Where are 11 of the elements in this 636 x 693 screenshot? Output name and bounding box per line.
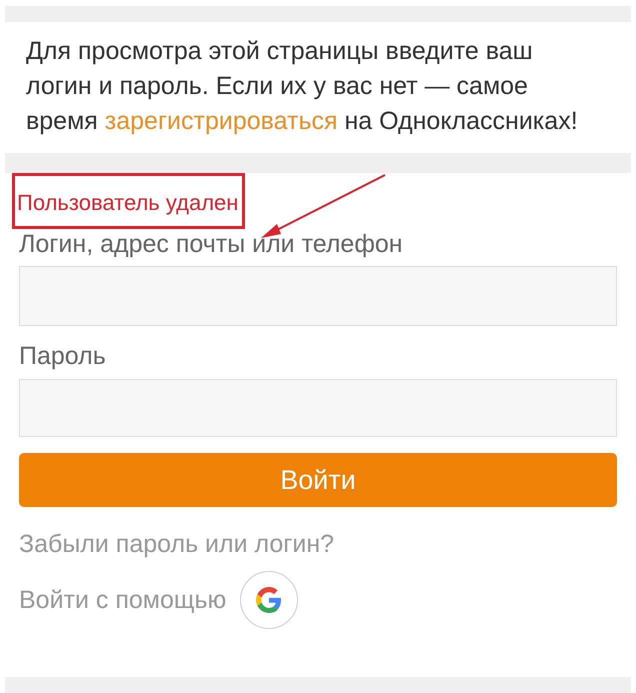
input-field[interactable]	[19, 266, 617, 326]
login-button[interactable]: Войти	[19, 453, 617, 507]
intro-text: Для просмотра этой страницы введите ваш логин и пароль. Если их у вас нет — самое время зарегистрироваться на Одноклассниках!	[25, 36, 579, 137]
field-label: Пароль	[19, 341, 107, 371]
g-logo-icon	[256, 587, 282, 613]
forgot-link[interactable]: Забыли пароль или логин?	[19, 529, 617, 559]
register-link[interactable]: зарегистрироваться	[104, 107, 338, 135]
error-message: Пользователь удален	[17, 190, 238, 216]
field-label: Логин, адрес почты или телефон	[19, 229, 404, 259]
input-field[interactable]	[19, 379, 617, 437]
social-label: Войти с помощью	[19, 586, 226, 614]
